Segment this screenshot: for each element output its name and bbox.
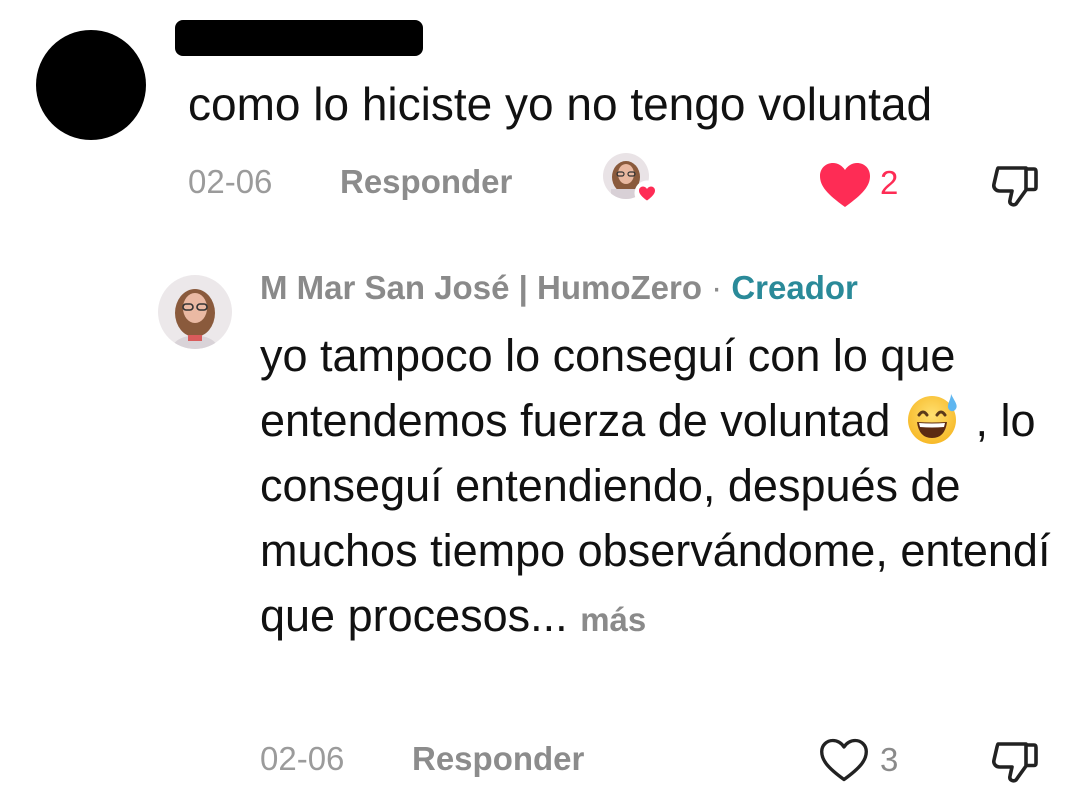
comment-like-count: 2 <box>880 164 899 201</box>
thumbs-down-icon[interactable] <box>990 736 1040 786</box>
redacted-username <box>175 20 423 56</box>
comment-reply-button[interactable]: Responder <box>340 162 512 202</box>
commenter-avatar[interactable] <box>36 30 146 140</box>
heart-filled-icon[interactable] <box>817 160 873 210</box>
reply-date: 02-06 <box>260 740 345 777</box>
liked-by-creator-indicator <box>603 153 660 206</box>
reply-author-name[interactable]: M Mar San José | HumoZero <box>260 269 702 306</box>
reply-text: yo tampoco lo conseguí con lo que entend… <box>260 323 1060 652</box>
creator-heart-icon <box>634 180 660 206</box>
reply-like-count: 3 <box>880 741 899 778</box>
creator-badge: Creador <box>731 269 858 306</box>
creator-avatar[interactable] <box>158 275 232 349</box>
heart-outline-icon[interactable] <box>818 736 870 784</box>
reply-reply-button[interactable]: Responder <box>412 739 584 779</box>
comments-thread: como lo hiciste yo no tengo voluntad 02-… <box>0 0 1080 803</box>
reply-author-line: M Mar San José | HumoZero · Creador <box>260 268 858 308</box>
more-link[interactable]: más <box>580 601 646 638</box>
thumbs-down-icon[interactable] <box>990 160 1040 210</box>
reply-text-part1: yo tampoco lo conseguí con lo que entend… <box>260 330 956 446</box>
grinning-face-with-sweat-emoji <box>907 394 957 444</box>
comment-date: 02-06 <box>188 163 273 200</box>
comment-text: como lo hiciste yo no tengo voluntad <box>188 78 933 130</box>
author-separator: · <box>711 269 723 306</box>
